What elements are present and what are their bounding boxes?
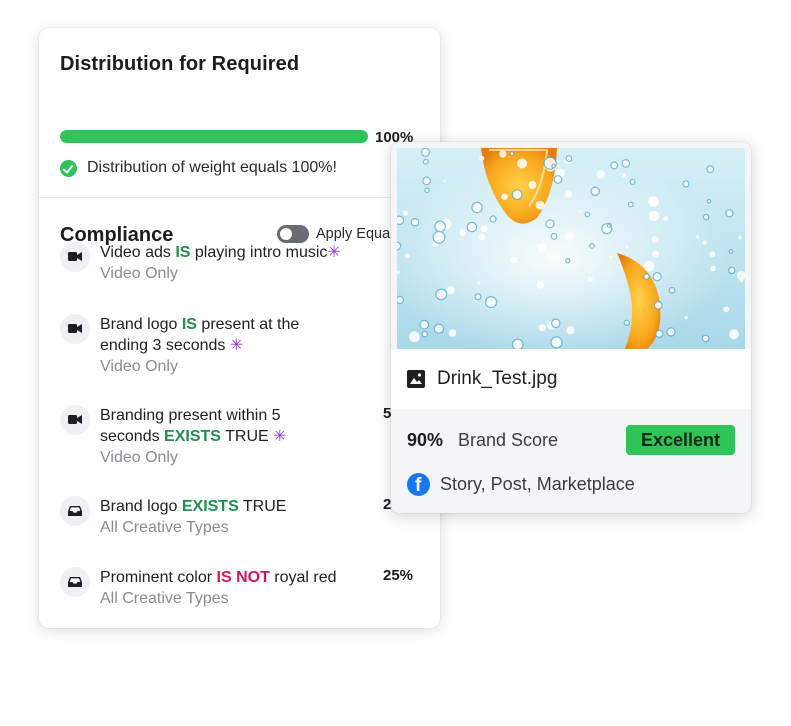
rule-scope: All Creative Types (100, 590, 229, 607)
video-camera-icon (60, 314, 90, 344)
asset-file-row: Drink_Test.jpg (391, 349, 751, 409)
divider (39, 197, 440, 198)
rule-condition: Brand logo EXISTS TRUE (100, 496, 360, 517)
rule-condition: Prominent color IS NOT royal red (100, 567, 380, 588)
rule-text: Prominent color IS NOT royal red All Crea… (100, 567, 380, 609)
rule-condition: Video ads IS playing intro music✳ (100, 242, 400, 263)
facebook-icon: f (407, 473, 430, 496)
brand-score-label: Brand Score (458, 430, 559, 450)
ai-sparkle-icon: ✳ (229, 337, 244, 354)
video-camera-icon (60, 242, 90, 272)
rule-value: TRUE (238, 498, 287, 515)
rule-text: Brand logo EXISTS TRUE All Creative Types (100, 496, 360, 538)
rule-value: playing intro music (190, 244, 328, 261)
rules-panel: Distribution for Required 100% Distribut… (39, 28, 440, 628)
rule-operator: EXISTS (181, 498, 239, 515)
rule-text: Brand logo IS present at the ending 3 se… (100, 314, 340, 377)
toggle-knob (280, 228, 292, 240)
score-rating-badge: Excellent (626, 425, 735, 455)
ai-sparkle-icon: ✳ (327, 244, 341, 261)
image-file-icon (407, 370, 425, 388)
rule-subject: Brand logo (100, 316, 182, 333)
rule-condition: Branding present within 5 seconds EXISTS… (100, 405, 322, 447)
rule-subject: Video ads (100, 244, 176, 261)
rule-text: Branding present within 5 seconds EXISTS… (100, 405, 322, 468)
asset-image (397, 148, 745, 349)
rule-scope: Video Only (100, 265, 178, 282)
rule-text: Video ads IS playing intro music✳ Video O… (100, 242, 400, 284)
distribution-progress-fill (60, 130, 368, 143)
tray-icon (60, 567, 90, 597)
drink-splash-image (397, 148, 745, 349)
check-circle-icon (60, 160, 77, 177)
rule-subject: Brand logo (100, 498, 182, 515)
rule-scope: Video Only (100, 358, 178, 375)
rule-subject: Prominent color (100, 569, 217, 586)
distribution-progress-bar (60, 130, 368, 143)
rule-condition: Brand logo IS present at the ending 3 se… (100, 314, 340, 356)
distribution-title: Distribution for Required (60, 53, 300, 75)
apply-equal-weight-toggle[interactable] (277, 225, 309, 243)
ai-sparkle-icon: ✳ (273, 428, 287, 445)
rule-weight: 25% (383, 567, 414, 584)
asset-file-name: Drink_Test.jpg (437, 368, 558, 389)
rule-operator: IS NOT (216, 569, 270, 586)
rule-scope: Video Only (100, 449, 178, 466)
brand-score-value: 90% (407, 430, 444, 450)
placements-text: Story, Post, Marketplace (440, 474, 635, 494)
rule-value: TRUE (220, 428, 274, 445)
rule-operator: EXISTS (164, 428, 221, 445)
rule-operator: IS (181, 316, 197, 333)
rule-scope: All Creative Types (100, 519, 229, 536)
tray-icon (60, 496, 90, 526)
video-camera-icon (60, 405, 90, 435)
asset-preview-card[interactable]: Drink_Test.jpg 90% Brand Score Excellent… (391, 142, 751, 513)
rule-operator: IS (175, 244, 191, 261)
rule-value: royal red (269, 569, 337, 586)
distribution-status-text: Distribution of weight equals 100%! (87, 159, 337, 176)
